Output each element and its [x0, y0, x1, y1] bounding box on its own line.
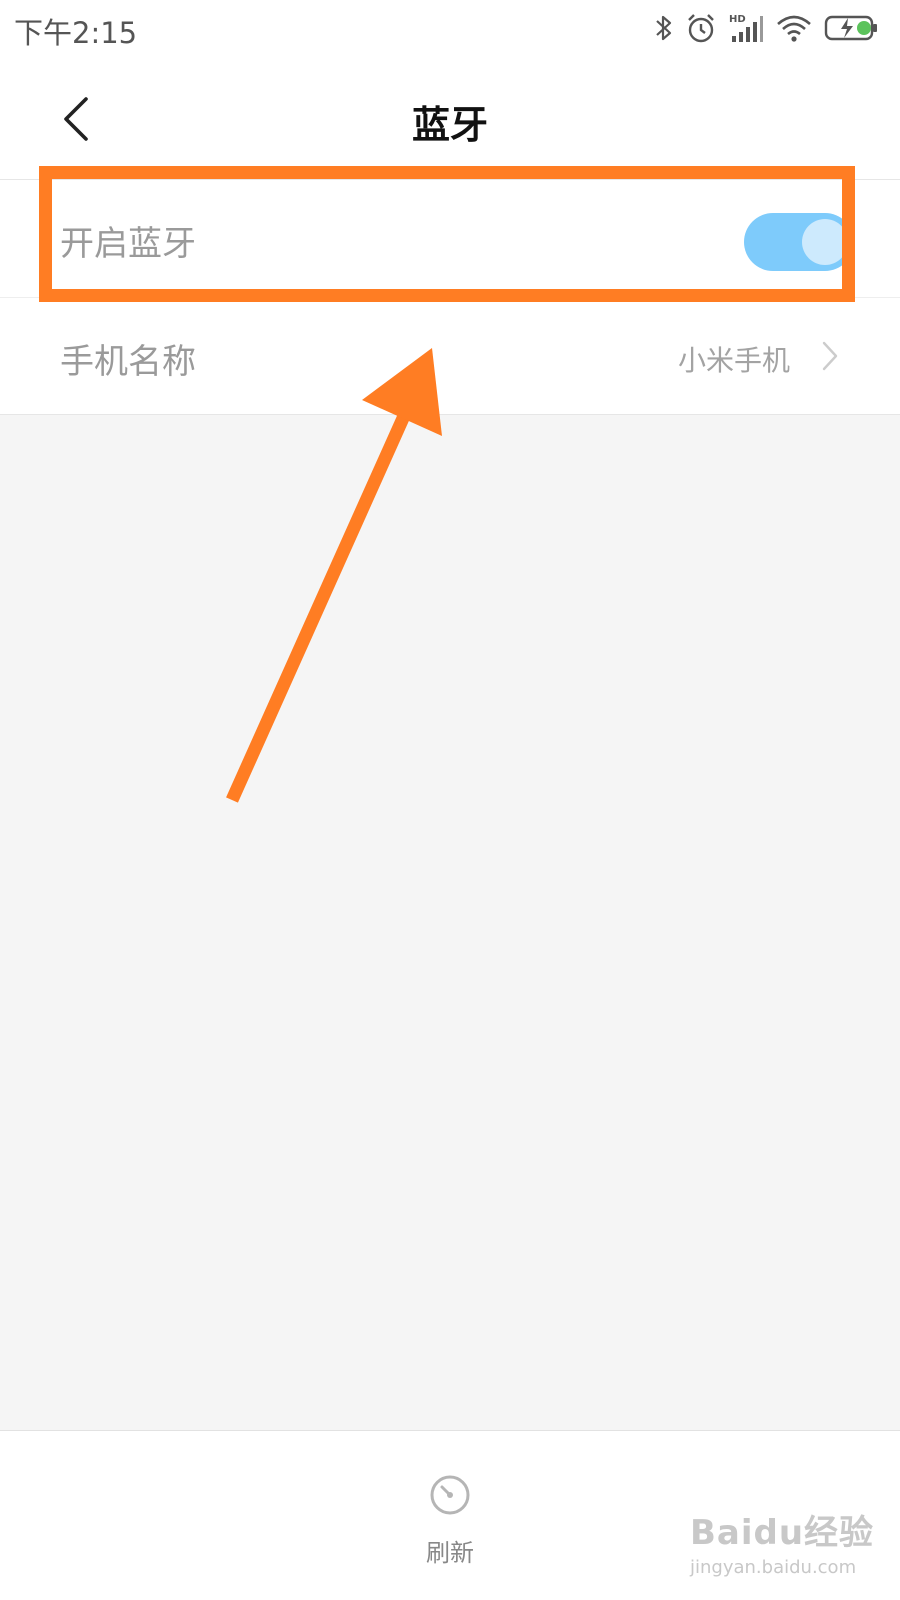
chevron-right-icon: [822, 341, 838, 371]
nav-bar: 蓝牙: [0, 58, 900, 180]
bluetooth-switch[interactable]: [744, 213, 854, 271]
refresh-button[interactable]: 刷新: [400, 1461, 500, 1567]
svg-text:HD: HD: [729, 14, 746, 25]
alarm-icon: [686, 12, 716, 44]
battery-charging-icon: [824, 14, 880, 42]
status-icons: HD: [654, 8, 880, 48]
status-bar: 下午2:15 HD: [0, 0, 900, 58]
phone-name-value: 小米手机: [677, 344, 790, 377]
bluetooth-icon: [654, 12, 674, 44]
phone-name-label: 手机名称: [60, 342, 196, 382]
status-time: 下午2:15: [14, 16, 138, 50]
wifi-icon: [776, 13, 812, 43]
page-title: 蓝牙: [411, 103, 488, 147]
bottom-bar: 刷新: [0, 1430, 900, 1600]
phone-name-row[interactable]: 手机名称 小米手机: [0, 298, 900, 415]
bluetooth-toggle-label: 开启蓝牙: [60, 224, 196, 264]
refresh-label: 刷新: [426, 1539, 474, 1567]
signal-hd-icon: HD: [728, 12, 764, 44]
refresh-icon: [430, 1475, 470, 1515]
switch-knob: [802, 219, 848, 265]
